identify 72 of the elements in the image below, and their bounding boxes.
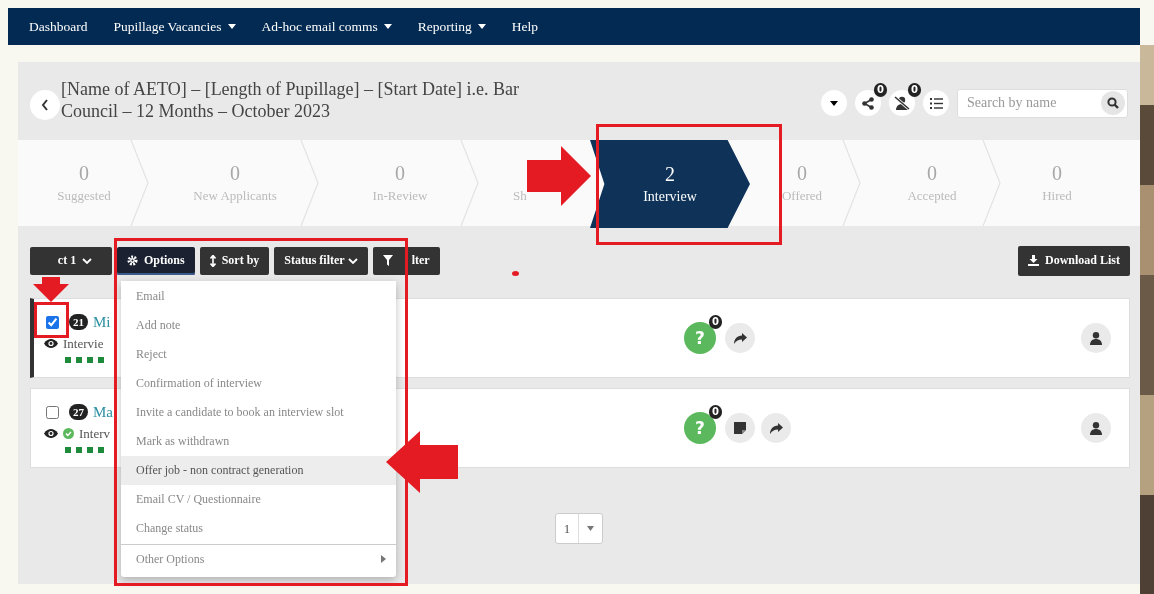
menu-item[interactable]: Email <box>121 282 396 311</box>
dropdown-button[interactable] <box>821 90 847 116</box>
toolbar-button[interactable]: Options <box>117 246 195 275</box>
eye-icon <box>44 429 58 438</box>
menu-item[interactable]: Invite a candidate to book an interview slot <box>121 398 396 427</box>
forward-icon <box>769 422 783 434</box>
annotation-arrow <box>386 431 458 493</box>
download-icon <box>1027 255 1039 266</box>
candidate-number: 27 <box>69 404 88 420</box>
nav-link[interactable]: Pupillage Vacancies <box>113 18 236 35</box>
list-icon <box>929 97 943 109</box>
page-select[interactable]: 1 <box>555 513 603 544</box>
annotation-arrow <box>33 277 69 302</box>
candidate-name[interactable]: Ma <box>93 403 113 421</box>
status-text: Intervie <box>63 335 104 352</box>
annotation-arrow <box>527 146 591 206</box>
candidate-name[interactable]: Mi <box>93 313 111 331</box>
count-badge: 0 <box>709 405 722 419</box>
profile-button[interactable] <box>1081 323 1111 353</box>
search-icon <box>1107 97 1119 109</box>
menu-item[interactable]: Confirmation of interview <box>121 369 396 398</box>
gear-icon <box>127 255 138 266</box>
user-slash-icon <box>894 96 910 110</box>
note-button[interactable] <box>725 413 755 443</box>
candidate-number: 21 <box>69 314 88 330</box>
annotation-box <box>34 302 69 338</box>
count-badge: 0 <box>908 83 921 97</box>
nav-link[interactable]: Help <box>511 18 539 35</box>
chevron-down-icon <box>347 257 358 264</box>
chevron-down-icon <box>82 257 93 264</box>
toolbar-button[interactable]: ct 1 <box>30 246 112 275</box>
caret-icon <box>830 100 838 106</box>
menu-item[interactable]: Reject <box>121 340 396 369</box>
stage-tab[interactable]: 0 Hired <box>1002 140 1112 226</box>
forward-button[interactable] <box>761 413 791 443</box>
toolbar-button[interactable]: lter <box>372 246 440 275</box>
count-badge: 0 <box>709 315 722 329</box>
annotation-dot <box>512 271 519 276</box>
forward-button[interactable] <box>725 323 755 353</box>
menu-item[interactable]: Mark as withdrawn <box>121 427 396 456</box>
progress-dots-icon <box>65 356 105 363</box>
profile-button[interactable] <box>1081 413 1111 443</box>
download-button[interactable]: Download List <box>1017 245 1130 276</box>
nav-link[interactable]: Dashboard <box>29 18 88 35</box>
filter-icon <box>382 255 393 266</box>
page-title: [Name of AETO] – [Length of Pupillage] – [Start Date] i.e. Bar Council – 12 Months – October 2023 <box>61 78 521 123</box>
progress-dots-icon <box>65 446 105 453</box>
search-field[interactable]: Search by name <box>957 88 1128 118</box>
toolbar-button[interactable]: Status filter <box>274 246 368 275</box>
checkbox[interactable] <box>46 315 59 329</box>
forward-icon <box>733 332 747 344</box>
eye-icon <box>44 339 58 348</box>
sort-icon <box>209 254 216 267</box>
count-badge: 0 <box>874 83 887 97</box>
menu-item[interactable]: Offer job - non contract generation <box>121 456 396 485</box>
checkbox[interactable] <box>46 405 59 419</box>
menu-item[interactable]: Add note <box>121 311 396 340</box>
toolbar-button[interactable]: Sort by <box>199 246 270 275</box>
user-icon <box>1090 421 1102 435</box>
menu-item[interactable]: Change status <box>121 514 396 543</box>
status-text: Interv <box>79 425 111 442</box>
menu-item[interactable]: Other Options <box>121 544 396 573</box>
menu-item[interactable]: Email CV / Questionnaire <box>121 485 396 514</box>
back-icon <box>41 99 49 111</box>
share-icon <box>862 96 874 110</box>
nav-link[interactable]: Reporting <box>417 18 486 35</box>
list-view-button[interactable] <box>923 90 949 116</box>
nav-link[interactable]: Ad-hoc email comms <box>261 18 392 35</box>
back-button[interactable] <box>30 90 60 120</box>
caret-icon <box>587 526 594 531</box>
user-icon <box>1090 331 1102 345</box>
caret-right-icon <box>381 555 386 563</box>
